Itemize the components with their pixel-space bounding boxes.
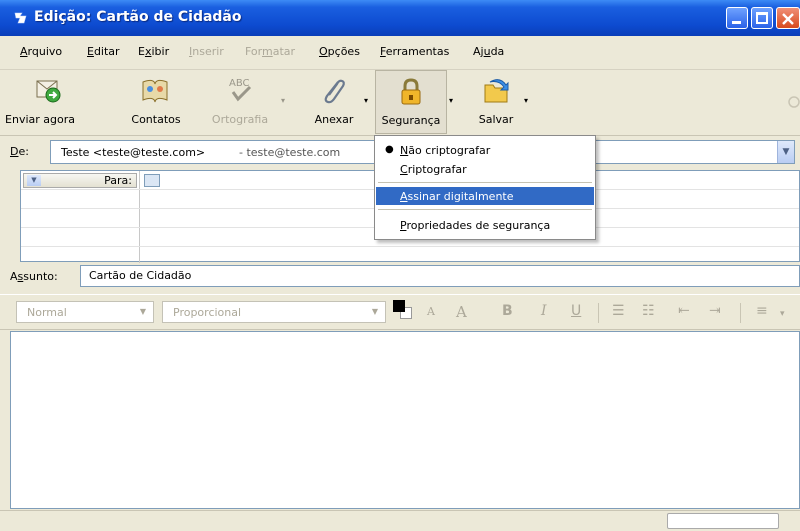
bullet-list-icon[interactable]: ☰	[612, 303, 625, 319]
spelling-label: Ortografia	[211, 113, 269, 126]
menu-item-security-properties[interactable]: Propriedades de segurança	[376, 216, 594, 234]
save-dropdown-icon[interactable]: ▾	[524, 96, 528, 105]
menu-separator	[378, 182, 592, 183]
maximize-icon	[756, 12, 768, 24]
spellcheck-icon: ABC	[229, 78, 252, 102]
menu-ajuda[interactable]: Ajuda	[473, 45, 504, 58]
recipient-row[interactable]	[21, 247, 799, 266]
chevron-down-icon: ▼	[27, 175, 41, 186]
status-bar	[0, 510, 800, 531]
menu-item-label: Propriedades de segurança	[400, 219, 551, 232]
save-label: Salvar	[478, 113, 514, 126]
font-select[interactable]: Proporcional ▼	[162, 301, 386, 323]
attach-dropdown-icon[interactable]: ▾	[364, 96, 368, 105]
toolbar-separator	[598, 303, 599, 323]
menu-formatar[interactable]: Formatar	[245, 45, 295, 58]
status-panel	[667, 513, 779, 529]
menu-arquivo[interactable]: Arquivo	[20, 45, 62, 58]
underline-button[interactable]: U	[571, 303, 581, 319]
main-toolbar: Enviar agora Contatos ABC Ortografia ▾ A…	[0, 70, 800, 136]
chevron-down-icon[interactable]: ▼	[777, 141, 794, 163]
attach-button[interactable]: Anexar	[304, 70, 364, 134]
menu-opcoes[interactable]: Opções	[319, 45, 360, 58]
spelling-button[interactable]: ABC Ortografia	[207, 70, 273, 134]
subject-label: Assunto:	[10, 270, 58, 283]
send-icon	[36, 80, 61, 103]
from-email: - teste@teste.com	[239, 146, 341, 159]
toolbar-separator	[740, 303, 741, 323]
svg-text:ABC: ABC	[229, 78, 250, 89]
menu-bar: Arquivo Editar Exibir Inserir Formatar O…	[0, 36, 800, 70]
save-button[interactable]: Salvar	[468, 70, 524, 134]
chevron-down-icon: ▼	[371, 307, 379, 316]
message-body-editor[interactable]	[10, 331, 800, 509]
outdent-icon[interactable]: ⇤	[678, 303, 690, 319]
save-folder-icon	[484, 79, 509, 103]
menu-item-label: Assinar digitalmente	[400, 190, 514, 203]
checked-bullet-icon: ●	[385, 144, 394, 155]
contacts-button[interactable]: Contatos	[118, 70, 194, 134]
smaller-text-button[interactable]: A	[427, 305, 435, 318]
throbber-icon	[788, 96, 800, 108]
menu-item-label: Não criptografar	[400, 144, 491, 157]
indent-icon[interactable]: ⇥	[709, 303, 721, 319]
chevron-down-icon: ▼	[139, 307, 147, 316]
padlock-icon	[401, 78, 421, 105]
menu-item-sign-digitally[interactable]: Assinar digitalmente	[376, 187, 594, 205]
menu-editar[interactable]: Editar	[87, 45, 120, 58]
send-now-label: Enviar agora	[5, 113, 75, 126]
address-book-icon	[142, 79, 168, 103]
font-value: Proporcional	[173, 306, 242, 319]
menu-exibir[interactable]: Exibir	[138, 45, 169, 58]
from-identity: Teste <teste@teste.com>	[61, 146, 206, 159]
menu-ferramentas[interactable]: Ferramentas	[380, 45, 449, 58]
compose-window: Edição: Cartão de Cidadão Arquivo Editar…	[0, 0, 800, 531]
title-bar[interactable]: Edição: Cartão de Cidadão	[0, 0, 800, 36]
menu-inserir[interactable]: Inserir	[189, 45, 224, 58]
larger-text-button[interactable]: A	[456, 303, 467, 321]
contacts-label: Contatos	[131, 113, 181, 126]
recipient-type-label: Para:	[104, 174, 132, 187]
security-label: Segurança	[381, 114, 441, 127]
minimize-button[interactable]	[726, 7, 748, 29]
recipient-type-select[interactable]: ▼ Para:	[23, 173, 137, 188]
menu-item-label: Criptografar	[400, 163, 467, 176]
bold-button[interactable]: B	[502, 303, 513, 319]
compose-app-icon	[14, 12, 27, 24]
paragraph-style-select[interactable]: Normal ▼	[16, 301, 154, 323]
send-now-button[interactable]: Enviar agora	[0, 70, 80, 134]
security-button[interactable]: Segurança	[375, 70, 447, 134]
maximize-button[interactable]	[751, 7, 773, 29]
security-menu: ● Não criptografar Criptografar Assinar …	[374, 135, 596, 240]
subject-input[interactable]: Cartão de Cidadão	[80, 265, 800, 287]
italic-button[interactable]: I	[541, 303, 547, 319]
window-title: Edição: Cartão de Cidadão	[34, 9, 242, 25]
paragraph-style-value: Normal	[27, 306, 67, 319]
menu-separator	[378, 209, 592, 210]
minimize-icon	[732, 21, 741, 24]
close-button[interactable]	[776, 7, 800, 29]
spelling-dropdown-icon[interactable]: ▾	[281, 96, 285, 105]
address-card-icon	[144, 174, 160, 187]
from-label: De:	[10, 145, 29, 158]
close-icon	[782, 13, 794, 25]
menu-item-encrypt[interactable]: Criptografar	[376, 160, 594, 178]
numbered-list-icon[interactable]: ☷	[642, 303, 655, 319]
align-icon[interactable]: ≡	[756, 303, 768, 319]
menu-item-no-encrypt[interactable]: ● Não criptografar	[376, 141, 594, 159]
align-dropdown-icon[interactable]: ▾	[780, 309, 785, 319]
text-color-button[interactable]	[393, 300, 405, 312]
paperclip-icon	[324, 79, 345, 104]
security-dropdown-icon[interactable]: ▾	[449, 96, 453, 105]
attach-label: Anexar	[314, 113, 354, 126]
